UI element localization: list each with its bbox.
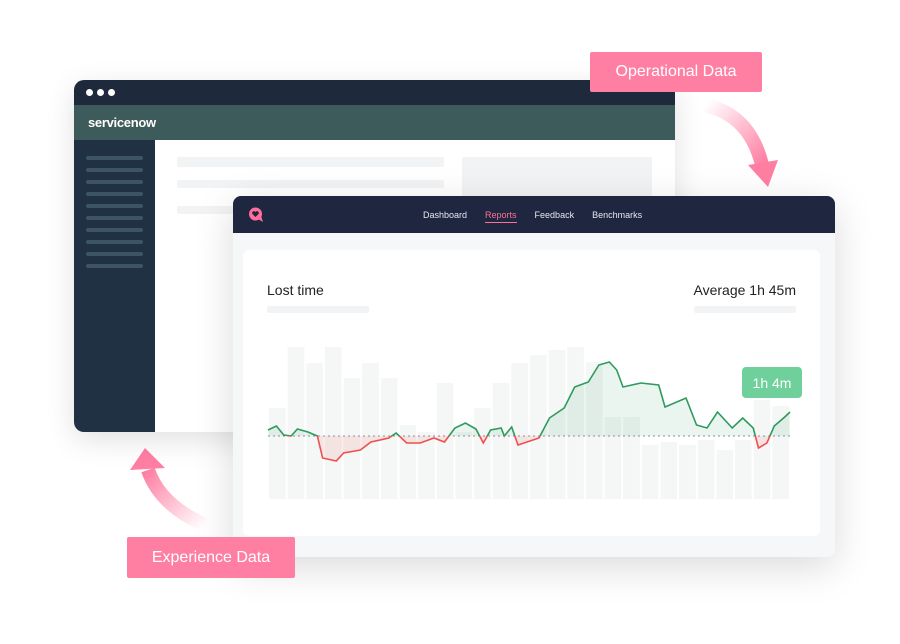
- background-bar: [362, 363, 379, 499]
- background-bar: [753, 400, 771, 499]
- experience-data-label: Experience Data: [127, 537, 295, 578]
- operational-data-label: Operational Data: [590, 52, 762, 92]
- background-bar: [269, 408, 286, 499]
- background-bar: [716, 450, 734, 499]
- background-bar: [474, 408, 491, 499]
- background-bar: [735, 440, 752, 499]
- background-bar: [641, 445, 659, 499]
- background-bar: [679, 445, 696, 499]
- current-value-badge: 1h 4m: [742, 367, 802, 398]
- background-bar: [660, 442, 678, 499]
- background-bar: [324, 347, 342, 499]
- background-bar: [455, 432, 473, 499]
- background-bar: [492, 383, 510, 499]
- background-bar: [306, 363, 323, 499]
- background-bar: [697, 440, 715, 499]
- background-bar: [287, 347, 305, 499]
